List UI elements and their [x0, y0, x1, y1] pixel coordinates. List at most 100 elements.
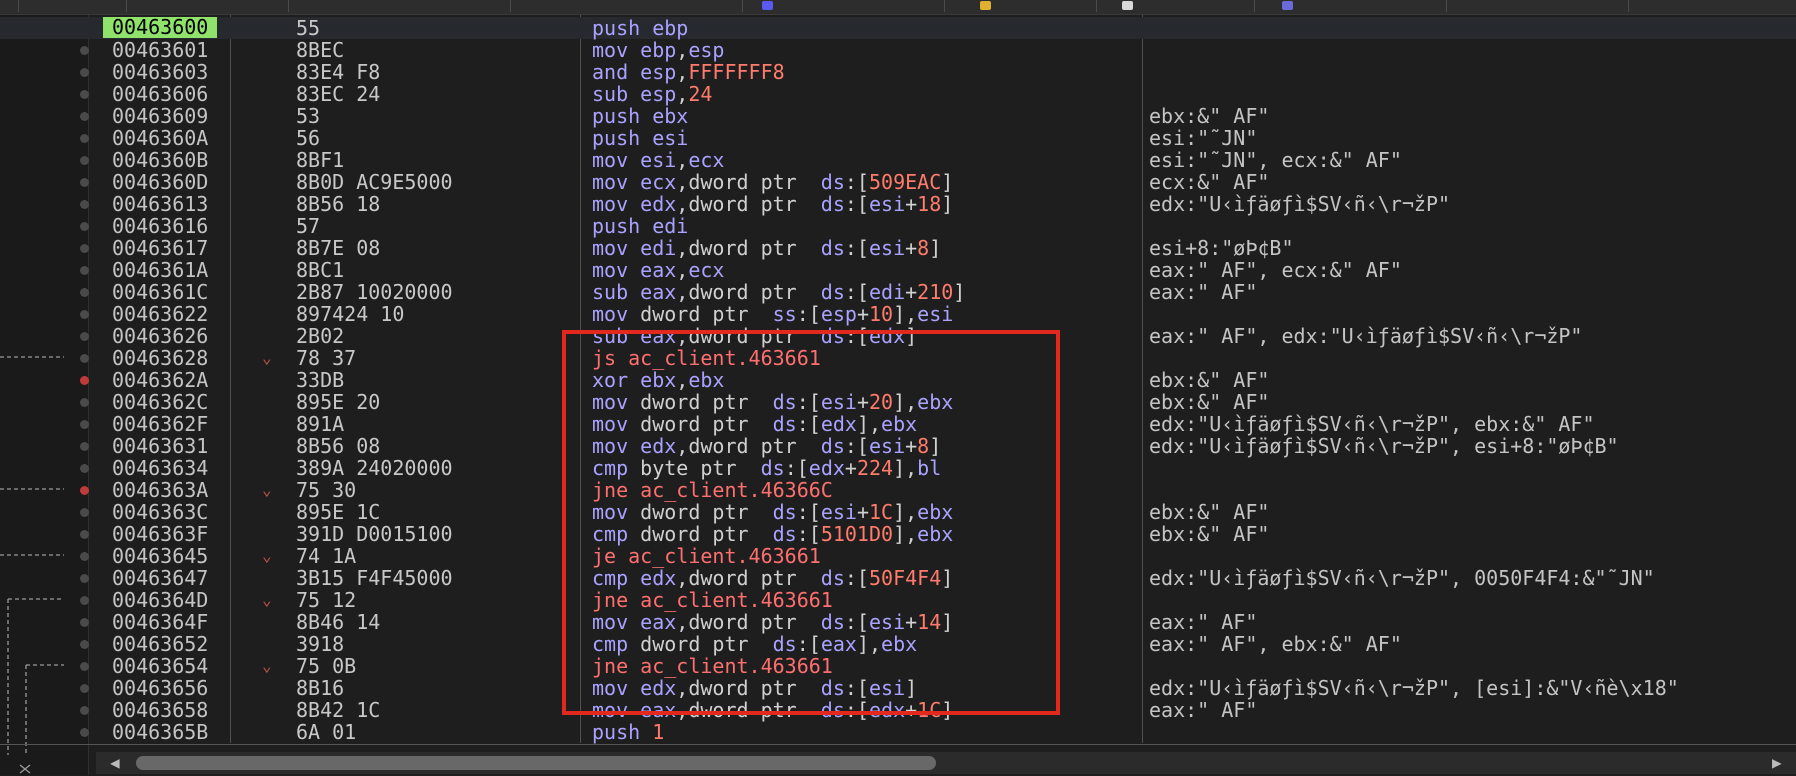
breakpoint-dot-icon[interactable]: [80, 464, 89, 473]
instruction-disassembly: sub eax,dword ptr ds:[edi+210]: [592, 280, 966, 304]
disassembly-listing[interactable]: 00463600 55 push ebp 00463601 8BEC mov ebp,es…: [0, 17, 1796, 743]
instruction-row[interactable]: 00463626 2B02 sub eax,dword ptr ds:[edx] ea…: [0, 325, 1796, 347]
instruction-comment: eax:" AF": [1149, 610, 1258, 634]
breakpoint-dot-icon[interactable]: [80, 222, 89, 231]
breakpoint-dot-icon[interactable]: [80, 662, 89, 671]
breakpoint-dot-icon[interactable]: [80, 728, 89, 737]
instruction-comment: ebx:&" AF": [1149, 500, 1270, 524]
instruction-row[interactable]: 00463656 8B16 mov edx,dword ptr ds:[esi] ed…: [0, 677, 1796, 699]
instruction-row[interactable]: 00463613 8B56 18 mov edx,dword ptr ds:[esi…: [0, 193, 1796, 215]
instruction-address: 0046360B: [112, 148, 209, 172]
instruction-row[interactable]: 00463622 897424 10 mov dword ptr ss:[esp+1…: [0, 303, 1796, 325]
toolbar-white-icon[interactable]: [1122, 1, 1133, 10]
toolbar-segment[interactable]: [1630, 0, 1796, 12]
instruction-row[interactable]: 00463645 ⌄ 74 1A je ac_client.463661: [0, 545, 1796, 567]
instruction-row[interactable]: 00463603 83E4 F8 and esp,FFFFFFF8: [0, 61, 1796, 83]
instruction-row[interactable]: 00463628 ⌄ 78 37 js ac_client.463661: [0, 347, 1796, 369]
instruction-bytes: 8BEC: [296, 38, 345, 62]
breakpoint-dot-icon[interactable]: [80, 310, 89, 319]
toolbar-segment[interactable]: [0, 0, 19, 12]
horizontal-scrollbar[interactable]: ◀ ▶: [96, 752, 1796, 774]
instruction-row[interactable]: 00463647 3B15 F4F45000 cmp edx,dword ptr d…: [0, 567, 1796, 589]
toolbar-segment[interactable]: [744, 0, 945, 12]
instruction-row[interactable]: 0046361C 2B87 10020000 sub eax,dword ptr d…: [0, 281, 1796, 303]
breakpoint-dot-icon[interactable]: [80, 244, 89, 253]
instruction-row[interactable]: 0046364F 8B46 14 mov eax,dword ptr ds:[esi…: [0, 611, 1796, 633]
instruction-row[interactable]: 0046362F 891A mov dword ptr ds:[edx],ebx ed…: [0, 413, 1796, 435]
instruction-row[interactable]: 00463617 8B7E 08 mov edi,dword ptr ds:[esi…: [0, 237, 1796, 259]
breakpoint-dot-icon[interactable]: [80, 640, 89, 649]
instruction-row[interactable]: 0046360B 8BF1 mov esi,ecx esi:"˜JN", ecx:&"…: [0, 149, 1796, 171]
toolbar-segment[interactable]: [512, 0, 743, 12]
instruction-row[interactable]: 0046363C 895E 1C mov dword ptr ds:[esi+1C]…: [0, 501, 1796, 523]
instruction-row[interactable]: 0046360D 8B0D AC9E5000 mov ecx,dword ptr d…: [0, 171, 1796, 193]
breakpoint-dot-icon[interactable]: [80, 112, 89, 121]
instruction-disassembly: mov eax,dword ptr ds:[esi+14]: [592, 610, 954, 634]
breakpoint-dot-icon[interactable]: [80, 288, 89, 297]
breakpoint-dot-icon[interactable]: [80, 420, 89, 429]
instruction-bytes: 8B56 18: [296, 192, 381, 216]
instruction-row[interactable]: 0046360A 56 push esi esi:"˜JN": [0, 127, 1796, 149]
scrollbar-thumb[interactable]: [136, 756, 936, 770]
instruction-disassembly: mov ecx,dword ptr ds:[509EAC]: [592, 170, 954, 194]
instruction-row[interactable]: 00463600 55 push ebp: [0, 17, 1796, 39]
breakpoint-dot-icon[interactable]: [80, 266, 89, 275]
instruction-comment: ebx:&" AF": [1149, 104, 1270, 128]
instruction-row[interactable]: 00463634 389A 24020000 cmp byte ptr ds:[ed…: [0, 457, 1796, 479]
instruction-row[interactable]: 00463658 8B42 1C mov eax,dword ptr ds:[edx…: [0, 699, 1796, 721]
instruction-row[interactable]: 0046362A 33DB xor ebx,ebx ebx:&" AF": [0, 369, 1796, 391]
toolbar-purple-icon[interactable]: [1282, 1, 1293, 10]
breakpoint-dot-icon[interactable]: [80, 706, 89, 715]
breakpoint-dot-icon[interactable]: [80, 90, 89, 99]
breakpoint-active-icon[interactable]: [80, 376, 89, 385]
toolbar-segment[interactable]: [946, 0, 1097, 12]
instruction-row[interactable]: 00463606 83EC 24 sub esp,24: [0, 83, 1796, 105]
breakpoint-dot-icon[interactable]: [80, 68, 89, 77]
breakpoint-dot-icon[interactable]: [80, 178, 89, 187]
scroll-right-arrow-icon[interactable]: ▶: [1772, 753, 1782, 772]
breakpoint-active-icon[interactable]: [80, 486, 89, 495]
breakpoint-dot-icon[interactable]: [80, 596, 89, 605]
toolbar-yellow-icon[interactable]: [980, 1, 991, 10]
instruction-row[interactable]: 0046365B 6A 01 push 1: [0, 721, 1796, 743]
instruction-row[interactable]: 0046361A 8BC1 mov eax,ecx eax:" AF", ecx:&"…: [0, 259, 1796, 281]
instruction-row[interactable]: 0046363F 391D D0015100 cmp dword ptr ds:[5…: [0, 523, 1796, 545]
breakpoint-dot-icon[interactable]: [80, 530, 89, 539]
breakpoint-dot-icon[interactable]: [80, 552, 89, 561]
breakpoint-dot-icon[interactable]: [80, 46, 89, 55]
instruction-row[interactable]: 0046363A ⌄ 75 30 jne ac_client.46366C: [0, 479, 1796, 501]
instruction-row[interactable]: 00463609 53 push ebx ebx:&" AF": [0, 105, 1796, 127]
instruction-bytes: 74 1A: [296, 544, 357, 568]
toolbar-segment[interactable]: [1448, 0, 1629, 12]
toolbar-segment[interactable]: [290, 0, 511, 12]
instruction-row[interactable]: 00463654 ⌄ 75 0B jne ac_client.463661: [0, 655, 1796, 677]
instruction-row[interactable]: 00463652 3918 cmp dword ptr ds:[eax],ebx ea…: [0, 633, 1796, 655]
instruction-row[interactable]: 0046362C 895E 20 mov dword ptr ds:[esi+20]…: [0, 391, 1796, 413]
instruction-disassembly: mov eax,ecx: [592, 258, 725, 282]
instruction-row[interactable]: 00463616 57 push edi: [0, 215, 1796, 237]
instruction-comment: eax:" AF", edx:"U‹ìƒäøƒì$SV‹ñ‹\r¬žP": [1149, 324, 1583, 348]
scroll-left-arrow-icon[interactable]: ◀: [110, 753, 120, 772]
breakpoint-dot-icon[interactable]: [80, 332, 89, 341]
breakpoint-dot-icon[interactable]: [80, 442, 89, 451]
breakpoint-dot-icon[interactable]: [80, 156, 89, 165]
instruction-disassembly: and esp,FFFFFFF8: [592, 60, 785, 84]
breakpoint-dot-icon[interactable]: [80, 684, 89, 693]
instruction-comment: eax:" AF": [1149, 280, 1258, 304]
breakpoint-dot-icon[interactable]: [80, 398, 89, 407]
toolbar-segment[interactable]: [20, 0, 127, 12]
instruction-address: 0046360D: [112, 170, 209, 194]
toolbar-blue-icon[interactable]: [762, 1, 773, 10]
breakpoint-dot-icon[interactable]: [80, 574, 89, 583]
instruction-row[interactable]: 00463631 8B56 08 mov edx,dword ptr ds:[esi…: [0, 435, 1796, 457]
instruction-bytes: 78 37: [296, 346, 357, 370]
breakpoint-dot-icon[interactable]: [80, 200, 89, 209]
instruction-bytes: 6A 01: [296, 720, 357, 744]
instruction-row[interactable]: 00463601 8BEC mov ebp,esp: [0, 39, 1796, 61]
breakpoint-dot-icon[interactable]: [80, 354, 89, 363]
instruction-row[interactable]: 0046364D ⌄ 75 12 jne ac_client.463661: [0, 589, 1796, 611]
toolbar-segment[interactable]: [128, 0, 289, 12]
breakpoint-dot-icon[interactable]: [80, 134, 89, 143]
breakpoint-dot-icon[interactable]: [80, 508, 89, 517]
breakpoint-dot-icon[interactable]: [80, 618, 89, 627]
